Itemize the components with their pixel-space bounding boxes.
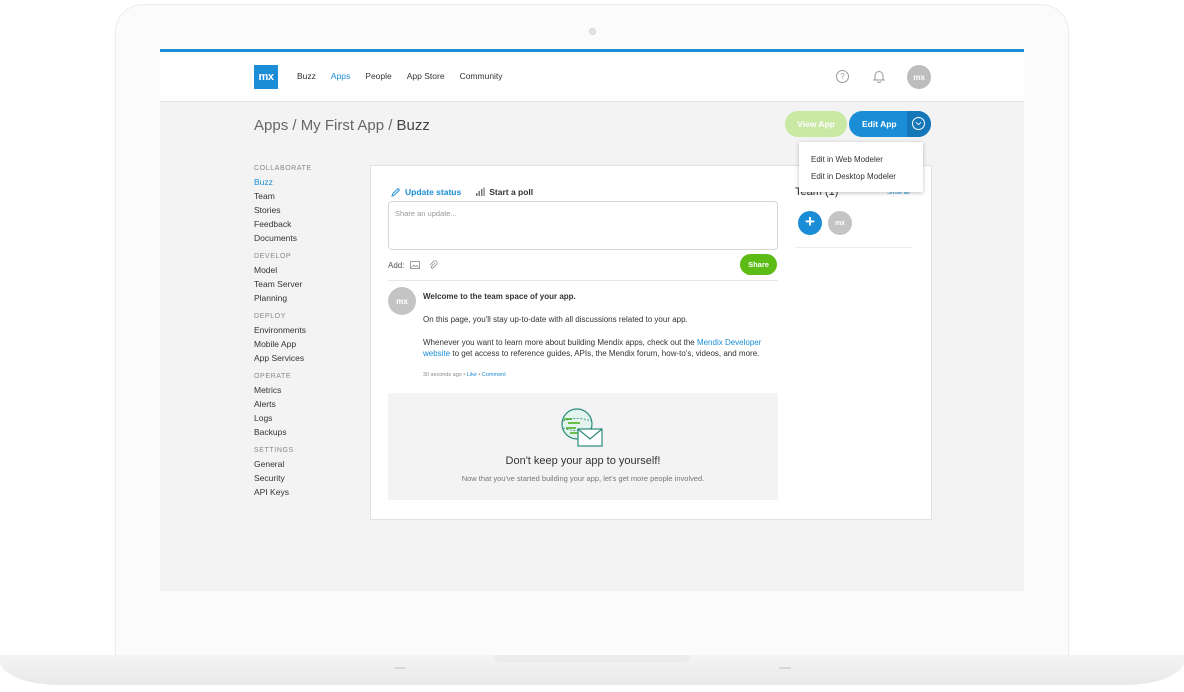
laptop-notch <box>494 655 690 663</box>
sidebar-item-app-services[interactable]: App Services <box>254 354 312 363</box>
tab-start-poll[interactable]: Start a poll <box>475 187 533 197</box>
tab-update-status[interactable]: Update status <box>391 187 461 197</box>
sidebar-item-stories[interactable]: Stories <box>254 206 312 215</box>
invite-panel: Don't keep your app to yourself! Now tha… <box>388 393 778 500</box>
like-link[interactable]: Like <box>467 372 477 378</box>
team-member-avatar[interactable]: mx <box>828 211 852 235</box>
breadcrumb: Apps / My First App / Buzz <box>254 117 430 134</box>
nav-item-people[interactable]: People <box>365 71 391 81</box>
breadcrumb-current: Buzz <box>396 117 430 134</box>
nav-item-buzz[interactable]: Buzz <box>297 71 316 81</box>
camera-dot <box>589 28 596 35</box>
tab-update-status-label: Update status <box>405 187 462 197</box>
sidebar-item-mobile-app[interactable]: Mobile App <box>254 340 312 349</box>
post-meta: 30 seconds ago • Like • Comment <box>423 372 506 378</box>
app-screen: mx Buzz Apps People App Store Community … <box>160 49 1024 591</box>
paperclip-icon[interactable] <box>428 260 438 270</box>
sidebar-item-backups[interactable]: Backups <box>254 428 312 437</box>
laptop-foot <box>394 667 406 669</box>
status-update-input[interactable]: Share an update... <box>388 201 778 250</box>
sidebar-item-team-server[interactable]: Team Server <box>254 280 312 289</box>
view-app-button[interactable]: View App <box>785 111 847 137</box>
nav-item-apps[interactable]: Apps <box>331 71 350 81</box>
sidebar-item-metrics[interactable]: Metrics <box>254 386 312 395</box>
edit-app-button[interactable]: Edit App <box>849 111 931 137</box>
sidebar-section-title: COLLABORATE <box>254 165 312 172</box>
sidebar-item-logs[interactable]: Logs <box>254 414 312 423</box>
edit-app-dropdown-toggle[interactable] <box>907 111 931 137</box>
user-avatar[interactable]: mx <box>907 65 931 89</box>
divider <box>795 247 913 248</box>
tab-start-poll-label: Start a poll <box>489 187 534 197</box>
post-paragraph: On this page, you'll stay up-to-date wit… <box>423 315 688 324</box>
laptop-foot <box>779 667 791 669</box>
attachment-row: Add: <box>388 260 438 270</box>
chevron-down-icon <box>912 117 925 130</box>
sidebar-item-model[interactable]: Model <box>254 266 312 275</box>
help-icon[interactable]: ? <box>836 70 849 83</box>
sidebar-item-feedback[interactable]: Feedback <box>254 220 312 229</box>
share-button[interactable]: Share <box>740 254 777 275</box>
breadcrumb-path[interactable]: Apps / My First App / <box>254 117 397 134</box>
edit-app-label: Edit App <box>862 119 897 129</box>
post-title: Welcome to the team space of your app. <box>423 292 576 301</box>
sidebar-item-environments[interactable]: Environments <box>254 326 312 335</box>
sidebar-item-security[interactable]: Security <box>254 474 312 483</box>
globe-mail-icon <box>561 408 603 447</box>
post-time: 30 seconds ago <box>423 372 462 378</box>
sidebar: COLLABORATE Buzz Team Stories Feedback D… <box>254 165 312 502</box>
sidebar-section-title: OPERATE <box>254 373 292 380</box>
mendix-logo[interactable]: mx <box>254 65 278 89</box>
invite-title: Don't keep your app to yourself! <box>505 455 661 467</box>
post-avatar: mx <box>388 287 416 315</box>
composer-tabs: Update status Start a poll <box>391 187 533 197</box>
main-nav: Buzz Apps People App Store Community <box>297 71 518 81</box>
pencil-icon <box>391 187 401 197</box>
edit-app-menu: Edit in Web Modeler Edit in Desktop Mode… <box>799 142 923 192</box>
post-text: to get access to reference guides, APIs,… <box>450 349 760 358</box>
buzz-card: Update status Start a poll Share an upda… <box>370 165 932 520</box>
sidebar-item-api-keys[interactable]: API Keys <box>254 488 312 497</box>
invite-subtitle: Now that you've started building your ap… <box>461 474 705 483</box>
post-body: Welcome to the team space of your app. O… <box>423 291 763 371</box>
add-label: Add: <box>388 260 405 270</box>
bell-icon[interactable] <box>872 69 886 83</box>
sidebar-item-planning[interactable]: Planning <box>254 294 312 303</box>
sidebar-section-title: DEPLOY <box>254 313 286 320</box>
menu-item-edit-web-modeler[interactable]: Edit in Web Modeler <box>811 155 883 164</box>
menu-item-edit-desktop-modeler[interactable]: Edit in Desktop Modeler <box>811 172 896 181</box>
comment-link[interactable]: Comment <box>482 372 506 378</box>
image-icon[interactable] <box>410 261 421 269</box>
sidebar-item-documents[interactable]: Documents <box>254 234 312 243</box>
post-text: Whenever you want to learn more about bu… <box>423 338 697 347</box>
nav-item-community[interactable]: Community <box>460 71 503 81</box>
sidebar-section-title: SETTINGS <box>254 447 294 454</box>
sidebar-item-buzz[interactable]: Buzz <box>254 178 312 187</box>
sidebar-item-general[interactable]: General <box>254 460 312 469</box>
top-navigation-bar: mx Buzz Apps People App Store Community … <box>160 52 1024 102</box>
post-paragraph: Whenever you want to learn more about bu… <box>423 337 763 359</box>
divider <box>388 280 778 281</box>
sidebar-section-title: DEVELOP <box>254 253 292 260</box>
nav-item-app-store[interactable]: App Store <box>407 71 445 81</box>
poll-icon <box>476 187 485 196</box>
sidebar-item-team[interactable]: Team <box>254 192 312 201</box>
sidebar-item-alerts[interactable]: Alerts <box>254 400 312 409</box>
add-team-member-button[interactable]: + <box>798 211 822 235</box>
